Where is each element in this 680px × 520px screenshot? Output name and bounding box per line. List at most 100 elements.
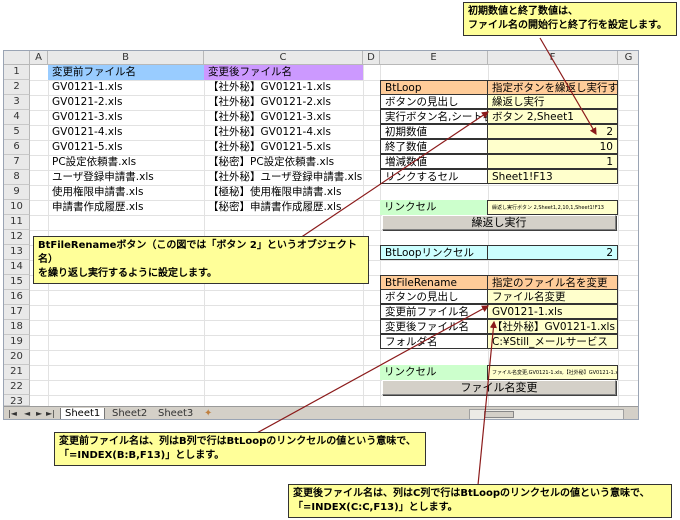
btloop-link-label[interactable]: リンクセル [380,200,488,215]
btloop-label[interactable]: リンクするセル [380,169,488,184]
row-header[interactable]: 6 [4,140,30,155]
btloop-label[interactable]: 実行ボタン名,シート名 [380,109,488,124]
horizontal-scrollbar[interactable] [469,409,624,419]
cell-before-filename[interactable]: GV0121-2.xls [48,95,204,110]
btloop-label[interactable]: 終了数値 [380,139,488,154]
cell-after-filename[interactable]: 【社外秘】GV0121-1.xls [204,80,363,95]
repeat-run-button[interactable]: 繰返し実行 [382,215,616,230]
btloop-title-desc[interactable]: 指定ボタンを繰返し実行する [487,80,618,95]
btfile-label[interactable]: 変更前ファイル名 [380,304,488,319]
row-header[interactable]: 11 [4,215,30,230]
header-after-filename[interactable]: 変更後ファイル名 [204,65,363,80]
prev-sheet-icon[interactable]: ◄ [24,409,30,419]
row-header[interactable]: 4 [4,110,30,125]
spreadsheet-window: A B C D E F G 1 2 3 4 5 6 7 8 9 10 11 12… [3,50,639,420]
column-header-d[interactable]: D [363,51,380,65]
scrollbar-thumb[interactable] [484,411,514,418]
column-header-b[interactable]: B [48,51,204,65]
cell-before-filename[interactable]: GV0121-5.xls [48,140,204,155]
cell-after-filename[interactable]: 【極秘】使用権限申請書.xls [204,185,363,200]
callout-line: BtFileRenameボタン（この図では「ボタン 2」というオブジェクト名） [38,240,357,265]
btfile-label[interactable]: ボタンの見出し [380,289,488,304]
cell-before-filename[interactable]: ユーザ登録申請書.xls [48,170,204,185]
btloop-title[interactable]: BtLoop [380,80,488,95]
btfile-after-name[interactable]: 【社外秘】GV0121-1.xls [487,319,618,334]
row-header[interactable]: 7 [4,155,30,170]
row-header[interactable]: 9 [4,185,30,200]
column-header-e[interactable]: E [380,51,488,65]
btloop-label[interactable]: ボタンの見出し [380,94,488,109]
header-before-filename[interactable]: 変更前ファイル名 [48,65,204,80]
cell-before-filename[interactable]: GV0121-4.xls [48,125,204,140]
cell-before-filename[interactable]: GV0121-3.xls [48,110,204,125]
cell-after-filename[interactable]: 【社外秘】GV0121-5.xls [204,140,363,155]
cell-before-filename[interactable]: GV0121-1.xls [48,80,204,95]
row-header[interactable]: 5 [4,125,30,140]
cell-before-filename[interactable]: 使用権限申請書.xls [48,185,204,200]
row-header[interactable]: 19 [4,335,30,350]
btloop-linkcell-value[interactable]: 2 [487,245,618,260]
row-header[interactable]: 1 [4,65,30,80]
cell-before-filename[interactable]: PC設定依頼書.xls [48,155,204,170]
btloop-end-value[interactable]: 10 [487,139,618,154]
column-header-c[interactable]: C [204,51,363,65]
callout-after-filename: 変更後ファイル名は、列はC列で行はBtLoopのリンクセルの値という意味で、 「… [288,484,672,518]
sheet-tab-bar: |◄ ◄ ► ►| Sheet1 Sheet2 Sheet3 ✦ [4,406,638,419]
btfile-label[interactable]: フォルダ名 [380,334,488,349]
row-header[interactable]: 12 [4,230,30,245]
row-header[interactable]: 15 [4,275,30,290]
row-header[interactable]: 3 [4,95,30,110]
btfile-title[interactable]: BtFileRename [380,275,488,290]
select-all-corner[interactable] [4,51,30,65]
row-header[interactable]: 16 [4,290,30,305]
cell-after-filename[interactable]: 【社外秘】ユーザ登録申請書.xls [204,170,363,185]
cell-after-filename[interactable]: 【社外秘】GV0121-3.xls [204,110,363,125]
column-header-a[interactable]: A [30,51,48,65]
tab-sheet3[interactable]: Sheet3 [154,408,197,419]
next-sheet-icon[interactable]: ► [36,409,42,419]
btfile-label[interactable]: 変更後ファイル名 [380,319,488,334]
row-header[interactable]: 18 [4,320,30,335]
btloop-linkcell-label[interactable]: BtLoopリンクセル [380,245,488,260]
btloop-link-value[interactable]: 繰返し実行ボタン 2,Sheet1,2,10,1,Sheet1!F13 [487,200,618,215]
row-header[interactable]: 14 [4,260,30,275]
column-header-g[interactable]: G [618,51,638,65]
cell-after-filename[interactable]: 【社外秘】GV0121-4.xls [204,125,363,140]
tab-sheet2[interactable]: Sheet2 [108,408,151,419]
cell-after-filename[interactable]: 【秘密】PC設定依頼書.xls [204,155,363,170]
row-header[interactable]: 21 [4,365,30,380]
last-sheet-icon[interactable]: ►| [46,409,55,419]
callout-line: 変更前ファイル名は、列はB列で行はBtLoopのリンクセルの値という意味で、 [59,436,416,447]
row-header[interactable]: 10 [4,200,30,215]
btfile-link-value[interactable]: ファイル名変更,GV0121-1.xls,【社外秘】GV0121-1.xls,C… [487,365,618,380]
row-header[interactable]: 23 [4,395,30,407]
first-sheet-icon[interactable]: |◄ [8,409,17,419]
cell-after-filename[interactable]: 【社外秘】GV0121-2.xls [204,95,363,110]
row-header[interactable]: 22 [4,380,30,395]
btfile-before-name[interactable]: GV0121-1.xls [487,304,618,319]
column-header-f[interactable]: F [488,51,618,65]
btloop-link-target[interactable]: Sheet1!F13 [487,169,618,184]
callout-start-end: 初期数値と終了数値は、 ファイル名の開始行と終了行を設定します。 [463,2,677,36]
row-header[interactable]: 20 [4,350,30,365]
row-header[interactable]: 13 [4,245,30,260]
callout-line: 初期数値と終了数値は、 [468,6,578,17]
row-header[interactable]: 8 [4,170,30,185]
cell-after-filename[interactable]: 【秘密】申請書作成履歴.xls [204,200,363,215]
btfile-folder[interactable]: C:¥Still_メールサービス [487,334,618,349]
btloop-value[interactable]: 繰返し実行 [487,94,618,109]
btloop-step-value[interactable]: 1 [487,154,618,169]
btfile-link-label[interactable]: リンクセル [380,365,488,380]
btfile-title-desc[interactable]: 指定のファイル名を変更 [487,275,618,290]
new-sheet-icon[interactable]: ✦ [200,408,216,419]
btloop-start-value[interactable]: 2 [487,124,618,139]
btloop-label[interactable]: 増減数値 [380,154,488,169]
btloop-value[interactable]: ボタン 2,Sheet1 [487,109,618,124]
cell-before-filename[interactable]: 申請書作成履歴.xls [48,200,204,215]
btloop-label[interactable]: 初期数値 [380,124,488,139]
tab-sheet1[interactable]: Sheet1 [60,408,106,419]
btfile-value[interactable]: ファイル名変更 [487,289,618,304]
row-header[interactable]: 2 [4,80,30,95]
rename-file-button[interactable]: ファイル名変更 [382,380,616,395]
row-header[interactable]: 17 [4,305,30,320]
